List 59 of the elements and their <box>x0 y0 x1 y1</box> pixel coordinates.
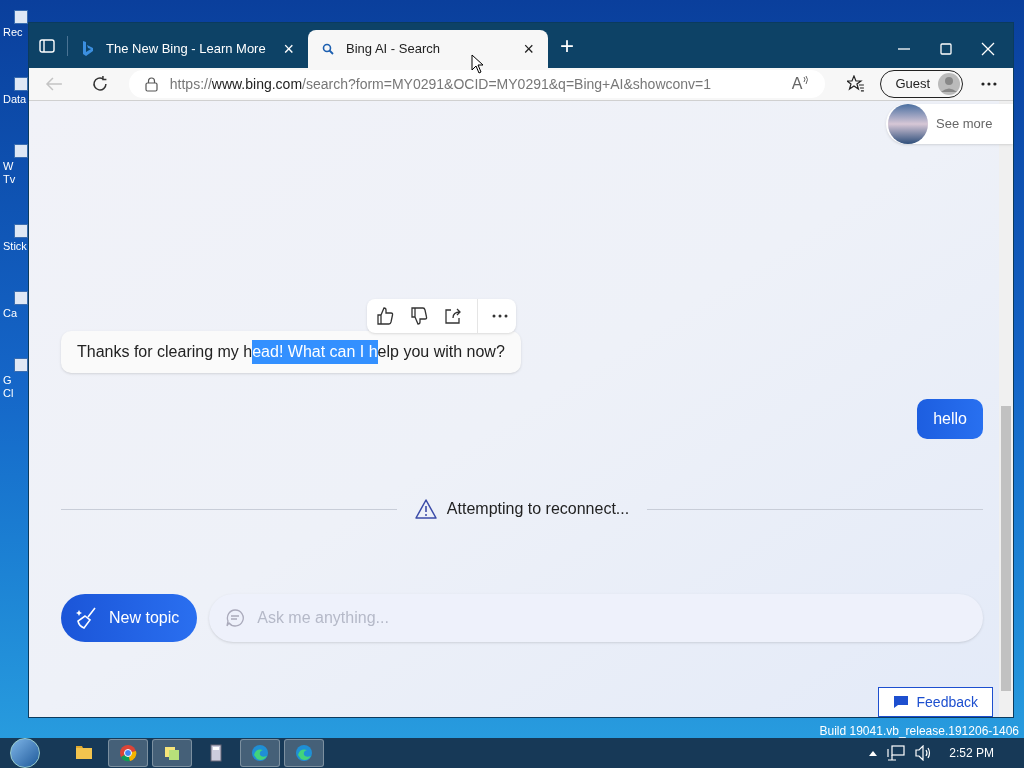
chat-input-field[interactable]: Ask me anything... <box>209 594 983 642</box>
close-tab-button[interactable]: × <box>523 40 534 58</box>
desktop-shortcut-icon[interactable] <box>14 144 28 158</box>
more-icon[interactable] <box>981 82 997 86</box>
desktop-shortcut-icon[interactable] <box>14 77 28 91</box>
taskbar-app-button[interactable] <box>108 739 148 767</box>
desktop-icon-label[interactable]: Rec <box>0 26 23 39</box>
clock-text[interactable]: 2:52 PM <box>949 744 994 762</box>
desktop-shortcut-icon[interactable] <box>14 358 28 372</box>
refresh-icon[interactable] <box>90 75 109 93</box>
read-aloud-button[interactable]: A <box>791 76 809 92</box>
bing-logo-icon <box>82 41 94 57</box>
thumbs-down-icon[interactable] <box>409 306 429 326</box>
taskbar-app-button[interactable] <box>152 739 192 767</box>
desktop-shortcut-icon[interactable] <box>14 10 28 24</box>
feedback-button[interactable]: Feedback <box>877 687 993 717</box>
desktop-icon-label[interactable]: Stick <box>0 240 27 253</box>
browser-tab[interactable]: The New Bing - Learn More × <box>68 30 308 68</box>
new-tab-button[interactable]: + <box>560 34 574 58</box>
chrome-icon <box>118 743 138 763</box>
taskbar-app-button[interactable] <box>284 739 324 767</box>
new-topic-button[interactable]: New topic <box>61 594 198 642</box>
close-tab-button[interactable]: × <box>283 40 294 58</box>
feedback-icon <box>892 695 909 709</box>
tab-actions-icon[interactable] <box>39 38 55 54</box>
thumbnail-image[interactable] <box>888 104 928 144</box>
edge-icon <box>250 743 270 763</box>
lock-icon <box>144 76 158 92</box>
chat-bubble-icon <box>225 608 246 628</box>
favorites-icon[interactable] <box>846 75 865 93</box>
warning-icon <box>414 499 437 519</box>
network-icon[interactable] <box>887 745 906 761</box>
maximize-icon[interactable] <box>939 42 953 56</box>
thumbs-up-icon[interactable] <box>375 306 395 326</box>
url-text: https://www.bing.com/search?form=MY0291&OCID=MY0291&q=Bing+AI&showconv=1 <box>169 74 712 94</box>
share-icon[interactable] <box>443 306 463 326</box>
user-message: hello <box>917 399 983 439</box>
status-text: Attempting to reconnect... <box>446 499 630 519</box>
scrollbar-thumb[interactable] <box>1001 406 1011 691</box>
desktop-icon-label[interactable]: G Cl <box>0 374 14 400</box>
build-watermark-text: Build 19041.vb_release.191206-1406 <box>819 723 1019 740</box>
desktop-icon-label[interactable]: Ca <box>0 307 18 320</box>
desktop-shortcut-icon[interactable] <box>14 291 28 305</box>
edge-icon <box>294 743 314 763</box>
sound-waves-icon <box>802 76 809 86</box>
bot-message: Thanks for clearing my head! What can I help you with now? <box>61 331 521 373</box>
desktop-shortcut-icon[interactable] <box>14 224 28 238</box>
address-bar[interactable]: https://www.bing.com/search?form=MY0291&OCID=MY0291&q=Bing+AI&showconv=1 A <box>128 70 825 98</box>
desktop-icon-label[interactable]: W Tv <box>0 160 16 186</box>
show-hidden-icons-icon[interactable] <box>869 750 878 756</box>
start-button[interactable] <box>10 738 40 768</box>
close-icon[interactable] <box>981 42 995 56</box>
more-icon[interactable] <box>492 314 508 318</box>
taskbar-app-button[interactable] <box>240 739 280 767</box>
browser-tab[interactable]: Bing AI - Search × <box>308 30 548 68</box>
desktop-icon-label[interactable]: Data <box>0 93 27 106</box>
search-icon <box>322 43 334 55</box>
avatar-icon <box>938 73 961 95</box>
broom-icon <box>75 606 99 630</box>
